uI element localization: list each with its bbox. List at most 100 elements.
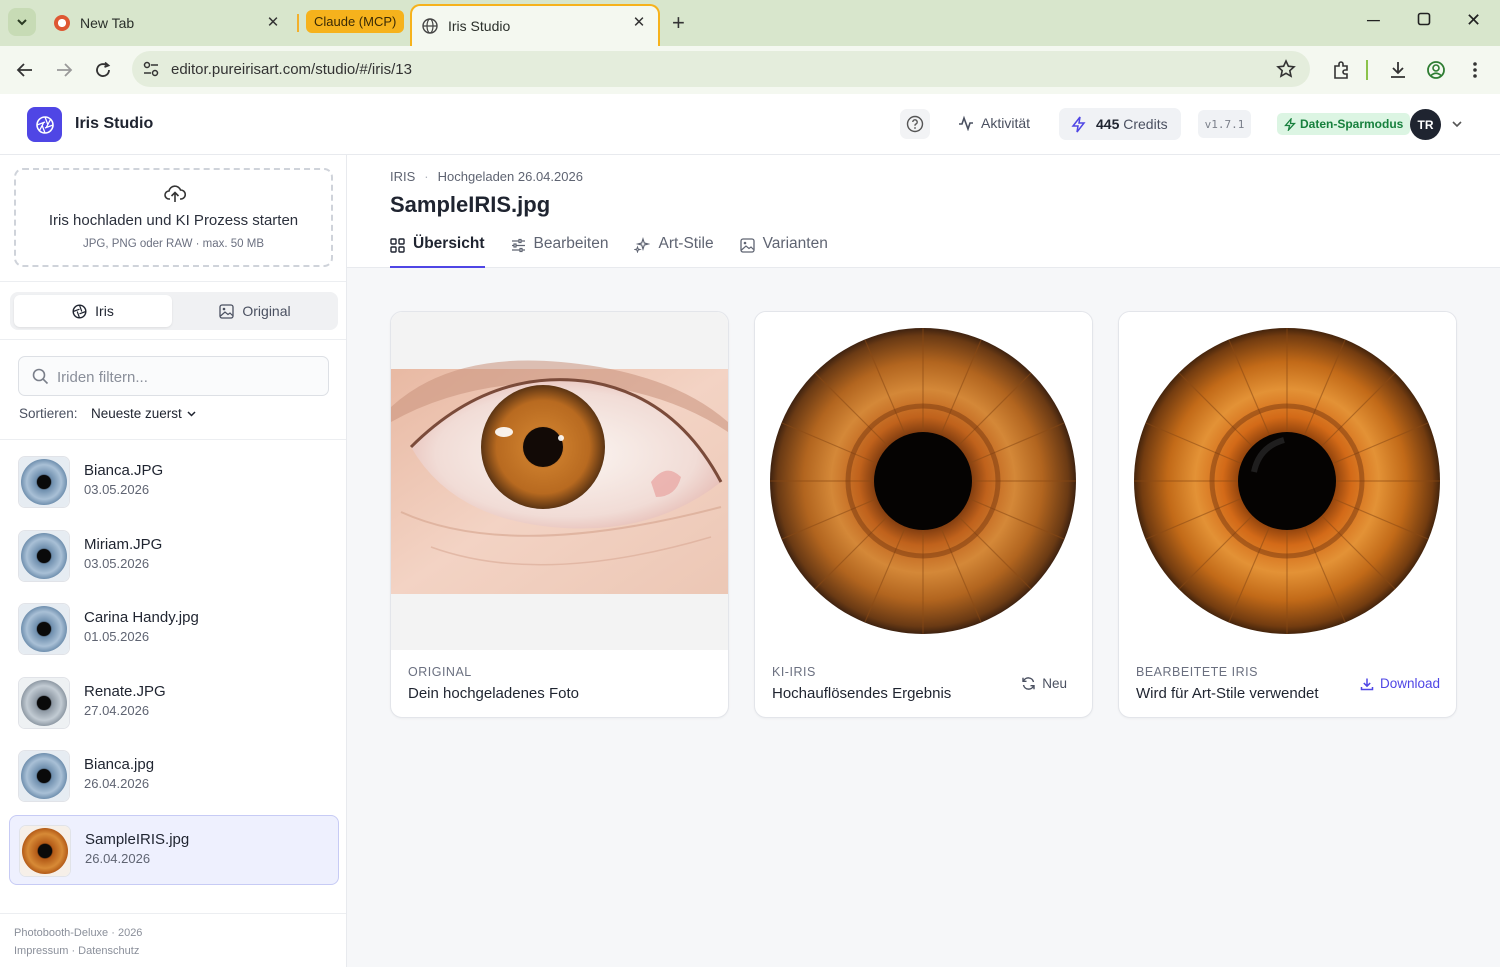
- reload-icon[interactable]: [91, 58, 115, 82]
- iris-thumbnail: [18, 750, 70, 802]
- browser-tab-new-tab[interactable]: New Tab ✕: [46, 6, 292, 40]
- iris-name: Carina Handy.jpg: [84, 609, 199, 626]
- iris-date: 27.04.2026: [84, 703, 150, 718]
- list-item[interactable]: SampleIRIS.jpg 26.04.2026: [9, 815, 339, 885]
- toggle-original[interactable]: Original: [176, 295, 334, 327]
- divider: [0, 439, 346, 440]
- image-icon: [739, 238, 755, 253]
- tab-art-styles-label: Art-Stile: [658, 235, 714, 252]
- detail-header: IRIS · Hochgeladen 26.04.2026 SampleIRIS…: [347, 155, 1500, 268]
- back-icon[interactable]: [13, 58, 37, 82]
- page-title: SampleIRIS.jpg: [390, 192, 551, 217]
- credits-badge[interactable]: 445 Credits: [1059, 108, 1181, 140]
- tab-overview[interactable]: Übersicht: [390, 233, 485, 268]
- activity-button[interactable]: Aktivität: [958, 115, 1030, 131]
- original-photo[interactable]: [391, 312, 728, 650]
- iris-name: Miriam.JPG: [84, 536, 163, 553]
- close-window-icon[interactable]: ✕: [1466, 10, 1481, 31]
- iris-name: Bianca.jpg: [84, 756, 155, 773]
- list-item[interactable]: Bianca.jpg 26.04.2026: [9, 741, 339, 811]
- profile-icon[interactable]: [1424, 58, 1448, 82]
- iris-date: 26.04.2026: [85, 851, 151, 866]
- credits-count: 445: [1096, 116, 1120, 132]
- download-button[interactable]: Download: [1360, 676, 1440, 691]
- tab-variants[interactable]: Varianten: [739, 233, 828, 268]
- lightning-icon: [1284, 117, 1296, 131]
- breadcrumb: IRIS · Hochgeladen 26.04.2026: [390, 169, 583, 184]
- upload-dropzone[interactable]: Iris hochladen und KI Prozess starten JP…: [14, 168, 333, 267]
- card-label: BEARBEITETE IRIS: [1136, 665, 1258, 679]
- iris-thumbnail: [18, 530, 70, 582]
- detail-tabs: Übersicht Bearbeiten Art-Stile Varianten: [390, 233, 828, 268]
- site-settings-icon[interactable]: [142, 60, 160, 78]
- close-tab-icon[interactable]: ✕: [630, 14, 648, 32]
- regenerate-button[interactable]: Neu: [1021, 676, 1067, 691]
- filter-input[interactable]: [57, 366, 317, 388]
- tab-variants-label: Varianten: [762, 235, 828, 252]
- version-badge: v1.7.1: [1198, 110, 1251, 138]
- new-tab-button[interactable]: +: [672, 10, 685, 36]
- divider: [0, 281, 346, 282]
- original-card[interactable]: ORIGINAL Dein hochgeladenes Foto: [390, 311, 729, 718]
- forward-icon[interactable]: [52, 58, 76, 82]
- ai-iris-card[interactable]: KI-IRIS Hochauflösendes Ergebnis Neu: [754, 311, 1093, 718]
- browser-tab-iris-studio[interactable]: Iris Studio ✕: [410, 4, 660, 46]
- divider: [0, 913, 346, 914]
- list-item[interactable]: Carina Handy.jpg 01.05.2026: [9, 594, 339, 664]
- url-text: editor.pureirisart.com/studio/#/iris/13: [171, 61, 412, 78]
- cloud-upload-icon: [164, 185, 186, 202]
- download-icon[interactable]: [1386, 58, 1410, 82]
- list-item[interactable]: Renate.JPG 27.04.2026: [9, 668, 339, 738]
- iris-date: 01.05.2026: [84, 629, 150, 644]
- tab-edit-label: Bearbeiten: [533, 235, 609, 252]
- tab-title: New Tab: [80, 15, 135, 31]
- list-item[interactable]: Bianca.JPG 03.05.2026: [9, 447, 339, 517]
- sort-value: Neueste zuerst: [91, 406, 182, 421]
- tab-group-divider: [297, 14, 299, 32]
- footer-copyright: Photobooth-Deluxe · 2026: [14, 927, 143, 939]
- edited-iris-image[interactable]: [1119, 312, 1456, 650]
- toggle-iris-label: Iris: [95, 303, 114, 319]
- browser-menu-icon[interactable]: [1463, 58, 1487, 82]
- main-content: IRIS · Hochgeladen 26.04.2026 SampleIRIS…: [347, 155, 1500, 967]
- download-icon: [1360, 678, 1374, 690]
- user-avatar[interactable]: TR: [1410, 109, 1441, 140]
- tab-art-styles[interactable]: Art-Stile: [634, 233, 714, 268]
- sort-dropdown[interactable]: Neueste zuerst: [91, 406, 197, 421]
- view-toggle: Iris Original: [10, 292, 338, 330]
- maximize-icon[interactable]: [1417, 10, 1431, 31]
- help-icon: [906, 115, 924, 133]
- tab-edit[interactable]: Bearbeiten: [511, 233, 609, 268]
- credits-label: Credits: [1123, 116, 1168, 132]
- iris-thumbnail: [19, 825, 71, 877]
- edited-iris-card[interactable]: BEARBEITETE IRIS Wird für Art-Stile verw…: [1118, 311, 1457, 718]
- download-label: Download: [1379, 676, 1440, 691]
- data-saving-label: Daten-Sparmodus: [1300, 117, 1404, 131]
- address-bar[interactable]: editor.pureirisart.com/studio/#/iris/13: [132, 51, 1310, 87]
- divider: [0, 339, 346, 340]
- footer-links[interactable]: Impressum · Datenschutz: [14, 942, 142, 960]
- close-tab-icon[interactable]: ✕: [264, 14, 282, 32]
- iris-name: Renate.JPG: [84, 683, 166, 700]
- iris-date: 03.05.2026: [84, 482, 150, 497]
- help-button[interactable]: [900, 109, 930, 139]
- card-label: ORIGINAL: [408, 665, 472, 679]
- tab-group-chip[interactable]: Claude (MCP): [306, 10, 405, 33]
- data-saving-badge[interactable]: Daten-Sparmodus: [1277, 113, 1411, 135]
- list-item[interactable]: Miriam.JPG 03.05.2026: [9, 521, 339, 591]
- image-icon: [219, 303, 235, 319]
- chevron-down-icon[interactable]: [1450, 117, 1464, 131]
- lightning-icon: [1071, 116, 1086, 132]
- iris-name: Bianca.JPG: [84, 462, 164, 479]
- toggle-iris[interactable]: Iris: [14, 295, 172, 327]
- tab-search-button[interactable]: [8, 8, 36, 36]
- sidebar-footer: Photobooth-Deluxe · 2026 Impressum · Dat…: [14, 924, 142, 960]
- browser-tab-bar: New Tab ✕ Claude (MCP) Iris Studio ✕ + ─…: [0, 0, 1500, 46]
- card-label: KI-IRIS: [772, 665, 816, 679]
- ai-iris-image[interactable]: [755, 312, 1092, 650]
- minimize-icon[interactable]: ─: [1367, 10, 1380, 31]
- extensions-icon[interactable]: [1329, 58, 1353, 82]
- bookmark-star-icon[interactable]: [1276, 59, 1296, 79]
- aperture-logo-icon[interactable]: [27, 107, 62, 142]
- sidebar: Iris hochladen und KI Prozess starten JP…: [0, 155, 347, 967]
